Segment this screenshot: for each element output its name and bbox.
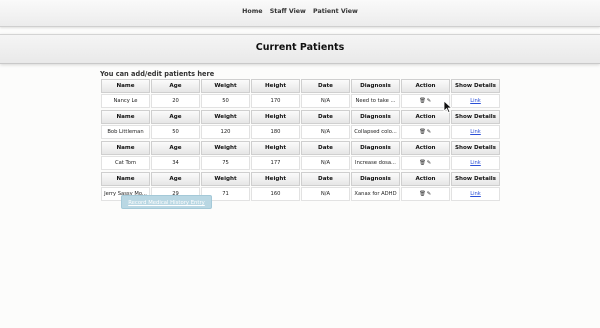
cell-age: 50: [151, 125, 200, 139]
column-header: Height: [251, 172, 300, 186]
cell-height: 180: [251, 125, 300, 139]
table-row: Bob Littleman 50 120 180 N/A Collapsed colo..…: [101, 125, 500, 139]
column-header: Action: [401, 172, 450, 186]
column-header: Name: [101, 110, 150, 124]
delete-edit-icons[interactable]: 🗑✎: [419, 129, 432, 135]
details-cell: Link: [451, 187, 500, 201]
details-cell: Link: [451, 94, 500, 108]
mouse-pointer-icon: [443, 100, 453, 114]
column-header: Show Details: [451, 141, 500, 155]
cell-name: Nancy Le: [101, 94, 150, 108]
cell-diagnosis: Xanax for ADHD: [351, 187, 400, 201]
show-details-link[interactable]: Link: [470, 98, 481, 104]
show-details-link[interactable]: Link: [470, 129, 481, 135]
nav-patient-view-link[interactable]: Patient View: [313, 8, 358, 15]
column-header: Weight: [201, 172, 250, 186]
nav-links: Home Staff View Patient View: [0, 8, 600, 15]
cell-height: 170: [251, 94, 300, 108]
action-cell: 🗑✎: [401, 156, 450, 170]
column-header: Date: [301, 79, 350, 93]
column-header: Date: [301, 141, 350, 155]
delete-edit-icons[interactable]: 🗑✎: [419, 160, 432, 166]
cell-diagnosis: Need to take ...: [351, 94, 400, 108]
cell-age: 20: [151, 94, 200, 108]
column-header: Diagnosis: [351, 172, 400, 186]
column-header: Show Details: [451, 79, 500, 93]
cell-weight: 75: [201, 156, 250, 170]
patient-table: Name Age Weight Height Date Diagnosis Action Sh…: [100, 140, 501, 171]
cell-name: Bob Littleman: [101, 125, 150, 139]
column-header: Age: [151, 110, 200, 124]
page-subtitle: You can add/edit patients here: [100, 70, 215, 78]
cell-date: N/A: [301, 156, 350, 170]
top-navbar: Home Staff View Patient View: [0, 0, 600, 27]
patient-table: Name Age Weight Height Date Diagnosis Action Sh…: [100, 109, 501, 140]
cell-name: Cat Tom: [101, 156, 150, 170]
column-header: Show Details: [451, 110, 500, 124]
cell-date: N/A: [301, 187, 350, 201]
column-header: Show Details: [451, 172, 500, 186]
details-cell: Link: [451, 156, 500, 170]
action-cell: 🗑✎: [401, 125, 450, 139]
cell-date: N/A: [301, 125, 350, 139]
column-header: Age: [151, 79, 200, 93]
column-header: Name: [101, 172, 150, 186]
column-header: Name: [101, 79, 150, 93]
nav-staff-view-link[interactable]: Staff View: [270, 8, 306, 15]
column-header: Height: [251, 141, 300, 155]
page-title: Current Patients: [255, 42, 345, 53]
record-medical-history-button[interactable]: Record Medical History Entry: [121, 195, 212, 209]
column-header: Name: [101, 141, 150, 155]
column-header: Weight: [201, 79, 250, 93]
column-header: Weight: [201, 141, 250, 155]
nav-home-link[interactable]: Home: [242, 8, 262, 15]
cell-date: N/A: [301, 94, 350, 108]
show-details-link[interactable]: Link: [470, 160, 481, 166]
patients-list: Name Age Weight Height Date Diagnosis Action Sh…: [100, 78, 501, 202]
cell-diagnosis: Collapsed colo...: [351, 125, 400, 139]
column-header: Age: [151, 172, 200, 186]
column-header: Diagnosis: [351, 79, 400, 93]
table-header-row: Name Age Weight Height Date Diagnosis Action Sh…: [101, 172, 500, 186]
column-header: Date: [301, 172, 350, 186]
column-header: Action: [401, 141, 450, 155]
column-header: Age: [151, 141, 200, 155]
table-header-row: Name Age Weight Height Date Diagnosis Action Sh…: [101, 141, 500, 155]
cell-weight: 50: [201, 94, 250, 108]
details-cell: Link: [451, 125, 500, 139]
cell-weight: 120: [201, 125, 250, 139]
column-header: Diagnosis: [351, 110, 400, 124]
column-header: Weight: [201, 110, 250, 124]
column-header: Diagnosis: [351, 141, 400, 155]
column-header: Action: [401, 79, 450, 93]
action-cell: 🗑✎: [401, 187, 450, 201]
cell-diagnosis: Increase dosa...: [351, 156, 400, 170]
show-details-link[interactable]: Link: [470, 191, 481, 197]
table-header-row: Name Age Weight Height Date Diagnosis Action Sh…: [101, 79, 500, 93]
table-header-row: Name Age Weight Height Date Diagnosis Action Sh…: [101, 110, 500, 124]
table-row: Nancy Le 20 50 170 N/A Need to take ... 🗑✎ Link: [101, 94, 500, 108]
column-header: Height: [251, 110, 300, 124]
cell-height: 177: [251, 156, 300, 170]
cell-height: 160: [251, 187, 300, 201]
table-row: Cat Tom 34 75 177 N/A Increase dosa... 🗑✎ Link: [101, 156, 500, 170]
patient-table: Name Age Weight Height Date Diagnosis Action Sh…: [100, 78, 501, 109]
cell-age: 34: [151, 156, 200, 170]
delete-edit-icons[interactable]: 🗑✎: [419, 191, 432, 197]
delete-edit-icons[interactable]: 🗑✎: [419, 98, 432, 104]
column-header: Date: [301, 110, 350, 124]
column-header: Height: [251, 79, 300, 93]
